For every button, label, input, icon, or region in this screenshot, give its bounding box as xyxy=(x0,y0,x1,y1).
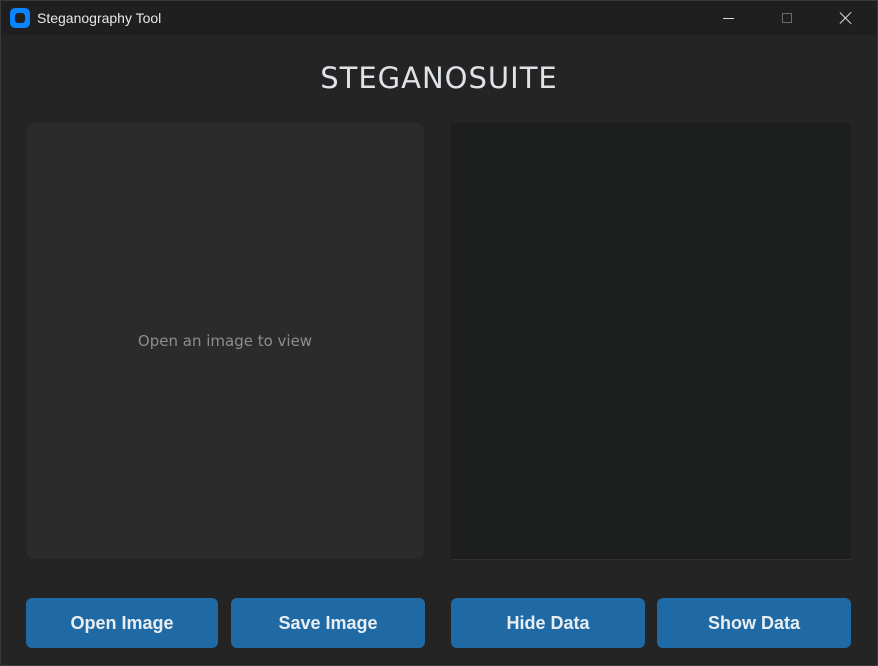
close-icon xyxy=(839,11,853,25)
window-title: Steganography Tool xyxy=(37,10,162,26)
data-text-area[interactable] xyxy=(451,123,851,560)
minimize-button[interactable] xyxy=(705,1,751,35)
app-icon xyxy=(10,8,30,28)
minimize-icon xyxy=(722,17,734,19)
save-image-button[interactable]: Save Image xyxy=(231,598,425,648)
image-placeholder-text: Open an image to view xyxy=(137,332,313,350)
show-data-button[interactable]: Show Data xyxy=(657,598,851,648)
open-image-button[interactable]: Open Image xyxy=(26,598,218,648)
maximize-icon xyxy=(782,13,792,23)
maximize-button[interactable] xyxy=(764,1,810,35)
app-window: Steganography Tool STEGANOSUITE Open an … xyxy=(0,0,878,666)
title-bar[interactable]: Steganography Tool xyxy=(1,1,877,35)
close-button[interactable] xyxy=(823,1,869,35)
hide-data-button[interactable]: Hide Data xyxy=(451,598,645,648)
image-preview-panel: Open an image to view xyxy=(26,123,424,559)
app-heading: STEGANOSUITE xyxy=(320,61,558,95)
